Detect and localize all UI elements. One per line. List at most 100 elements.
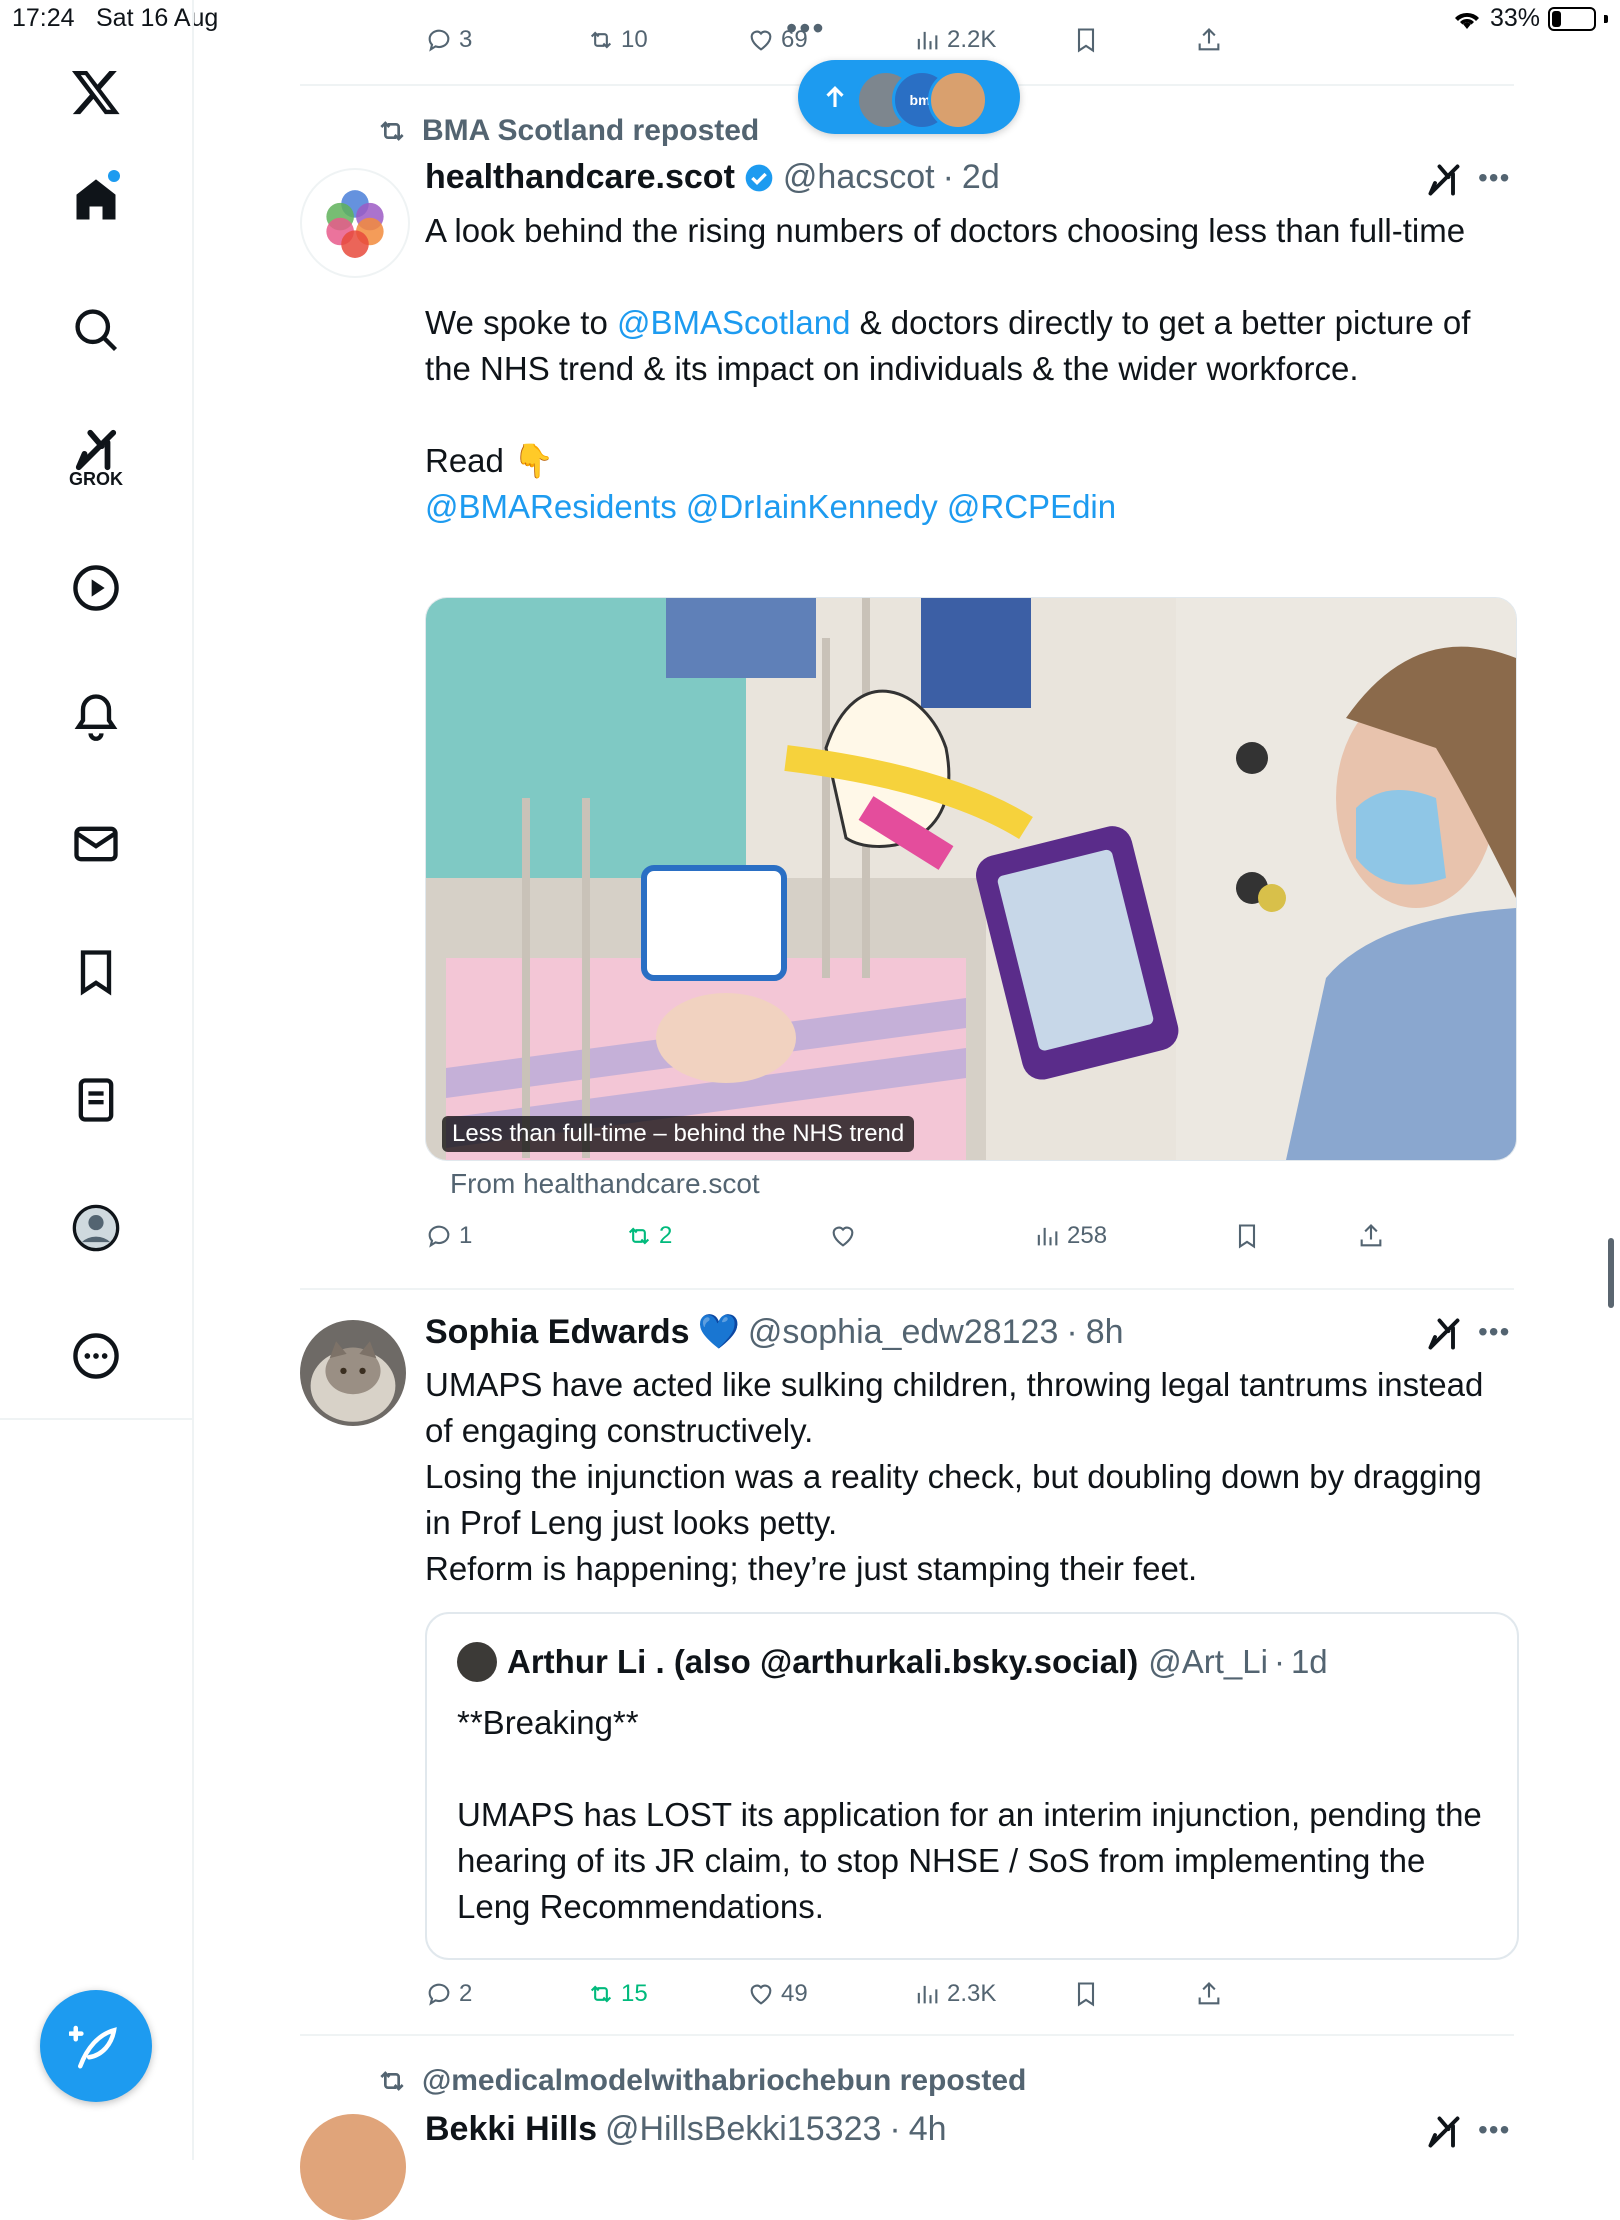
sidebar-item-messages[interactable] <box>46 804 146 884</box>
sidebar-item-notifications[interactable] <box>46 676 146 756</box>
sidebar-item-explore[interactable] <box>46 290 146 370</box>
author-name[interactable]: Sophia Edwards <box>425 1313 690 1352</box>
share-icon <box>1198 28 1220 51</box>
bookmark-icon <box>1077 28 1095 53</box>
reply-icon <box>428 1983 450 2006</box>
grok-explain-button[interactable] <box>1426 2114 1462 2155</box>
tweet-paragraph-2-start: We spoke to <box>425 304 617 341</box>
link-card-image[interactable]: Less than full-time – behind the NHS tre… <box>425 597 1517 1161</box>
scrollbar-thumb[interactable] <box>1608 1238 1614 1308</box>
mail-icon <box>74 826 118 862</box>
more-icon <box>73 1333 119 1379</box>
sidebar-item-video[interactable] <box>46 548 146 628</box>
blue-heart-emoji: 💙 <box>697 1313 740 1351</box>
like-button[interactable]: 49 <box>747 1980 808 2008</box>
tweet-header: Sophia Edwards 💙 @sophia_edw28123 · 8h <box>425 1312 1124 1352</box>
like-button[interactable]: 69 <box>747 26 808 54</box>
quoted-tweet[interactable]: Arthur Li . (also @arthurkali.bsky.socia… <box>425 1612 1519 1960</box>
repost-count: 10 <box>621 26 648 53</box>
repost-icon <box>628 1227 650 1245</box>
views-count: 2.2K <box>947 26 997 53</box>
mention-link[interactable]: @BMAScotland <box>617 304 850 341</box>
pill-avatar-3 <box>928 70 988 130</box>
grok-explain-button[interactable] <box>1426 1316 1462 1357</box>
tweet-paragraph-1: A look behind the rising numbers of doct… <box>425 212 1466 249</box>
reply-button[interactable]: 1 <box>425 1222 472 1250</box>
cat-avatar <box>300 1320 406 1426</box>
heart-icon <box>832 1226 854 1247</box>
more-options-icon[interactable]: ••• <box>1478 1316 1510 1348</box>
reply-count: 2 <box>459 1980 473 2007</box>
dot-separator: · <box>889 2110 901 2148</box>
reply-count: 3 <box>459 26 473 53</box>
avatar[interactable] <box>300 2114 406 2220</box>
bookmark-button[interactable] <box>1072 26 1100 54</box>
sidebar-item-lists[interactable] <box>46 1060 146 1140</box>
more-options-icon[interactable]: ••• <box>1478 2114 1510 2146</box>
reply-button[interactable]: 3 <box>425 26 472 54</box>
repost-icon <box>590 31 612 49</box>
like-count: 49 <box>781 1980 808 2007</box>
quote-time: 1d <box>1290 1643 1328 1680</box>
search-icon <box>75 309 118 352</box>
reply-icon <box>428 29 450 52</box>
reply-icon <box>428 1225 450 1248</box>
repost-button[interactable]: 10 <box>587 26 648 54</box>
author-handle[interactable]: @sophia_edw28123 <box>748 1313 1059 1352</box>
avatar[interactable] <box>300 1320 406 1426</box>
quote-text: **Breaking** UMAPS has LOST its applicat… <box>457 1700 1487 1930</box>
tweet-line: UMAPS have acted like sulking children, … <box>425 1366 1484 1449</box>
views-icon <box>1037 1227 1058 1246</box>
repost-button[interactable]: 2 <box>625 1222 672 1250</box>
views-icon <box>917 1985 938 2004</box>
compose-button[interactable] <box>40 1990 152 2102</box>
sidebar-item-home[interactable] <box>46 160 146 240</box>
author-handle[interactable]: @hacscot <box>783 158 935 197</box>
reply-count: 1 <box>459 1222 473 1249</box>
unread-dot <box>108 170 120 182</box>
bookmark-icon <box>1238 1224 1256 1249</box>
x-logo-icon[interactable] <box>46 52 146 132</box>
views-button[interactable]: 2.3K <box>913 1980 996 2008</box>
tweet-header: Bekki Hills @HillsBekki15323 · 4h <box>425 2110 947 2149</box>
like-button[interactable] <box>829 1222 863 1250</box>
mention-links[interactable]: @BMAResidents @DrIainKennedy @RCPEdin <box>425 484 1515 530</box>
card-source[interactable]: From healthandcare.scot <box>450 1168 760 1200</box>
views-button[interactable]: 2.2K <box>913 26 996 54</box>
author-name[interactable]: healthandcare.scot <box>425 158 735 197</box>
quote-avatar <box>457 1642 497 1682</box>
repost-attribution[interactable]: @medicalmodelwithabriochebun reposted <box>376 2064 1026 2098</box>
author-name[interactable]: Bekki Hills <box>425 2110 597 2149</box>
share-icon <box>1198 1982 1220 2005</box>
sidebar-item-more[interactable] <box>46 1316 146 1396</box>
tweet2-actions: 2 15 49 2.3K <box>425 1980 1525 2020</box>
nicu-photo <box>426 598 1516 1160</box>
author-handle[interactable]: @HillsBekki15323 <box>605 2110 881 2149</box>
share-button[interactable] <box>1195 1980 1223 2008</box>
repost-attribution-label: @medicalmodelwithabriochebun reposted <box>422 2064 1027 2097</box>
bookmark-button[interactable] <box>1072 1980 1100 2008</box>
like-count: 69 <box>781 26 808 53</box>
tweet-time[interactable]: 8h <box>1086 1313 1124 1352</box>
more-options-icon[interactable]: ••• <box>1478 162 1510 194</box>
bookmark-button[interactable] <box>1233 1222 1261 1250</box>
quote-author-name: Arthur Li . (also @arthurkali.bsky.socia… <box>507 1643 1139 1680</box>
grok-explain-button[interactable] <box>1426 162 1462 203</box>
share-button[interactable] <box>1357 1222 1385 1250</box>
tweet-time[interactable]: 4h <box>909 2110 947 2149</box>
avatar[interactable] <box>300 168 410 278</box>
tweet-time[interactable]: 2d <box>962 158 1000 197</box>
grok-label: GROK <box>69 468 123 489</box>
new-posts-pill[interactable]: bmj <box>798 60 1020 134</box>
views-button[interactable]: 258 <box>1033 1222 1107 1250</box>
tweet1-actions: 1 2 258 <box>425 1222 1525 1262</box>
reply-button[interactable]: 2 <box>425 1980 472 2008</box>
sidebar-item-bookmarks[interactable] <box>46 932 146 1012</box>
sidebar-item-grok[interactable]: GROK <box>46 418 146 498</box>
sidebar-item-profile[interactable] <box>46 1188 146 1268</box>
share-button[interactable] <box>1195 26 1223 54</box>
views-count: 258 <box>1067 1222 1108 1249</box>
tweet-read-line: Read 👇 <box>425 442 555 479</box>
repost-attribution[interactable]: BMA Scotland reposted <box>376 114 759 148</box>
repost-button[interactable]: 15 <box>587 1980 648 2008</box>
